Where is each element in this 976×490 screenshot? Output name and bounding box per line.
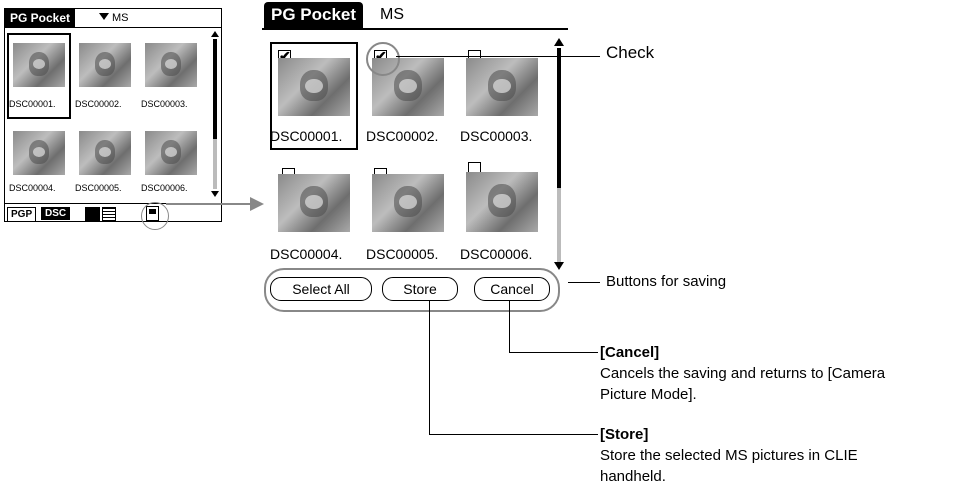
store-leader-vertical (429, 300, 430, 434)
small-thumbnail[interactable] (79, 131, 131, 175)
thumbnail-view-icon[interactable] (85, 207, 100, 221)
big-screen: PG Pocket MS ✔ ✔ DSC00001. DSC00002. DSC… (262, 0, 568, 312)
cancel-leader-vertical (509, 300, 510, 352)
select-all-button[interactable]: Select All (270, 277, 372, 301)
big-thumbnail[interactable] (278, 174, 350, 232)
check-highlight-circle (366, 42, 400, 76)
big-thumbnail-label: DSC00003. (460, 128, 533, 144)
small-thumbnail[interactable] (13, 43, 65, 87)
big-thumbnail-label: DSC00001. (270, 128, 343, 144)
dropdown-arrow-icon (99, 13, 109, 20)
list-view-icon[interactable] (102, 207, 116, 221)
small-title-bar: PG Pocket MS (5, 9, 221, 28)
store-button[interactable]: Store (382, 277, 458, 301)
cancel-leader-horizontal (509, 352, 598, 353)
big-title-bar: PG Pocket MS (262, 0, 568, 30)
small-thumbnail-label: DSC00005. (75, 183, 122, 193)
store-callout-title: [Store] (600, 426, 649, 443)
small-thumbnail[interactable] (79, 43, 131, 87)
tab-pgp[interactable]: PGP (7, 207, 37, 222)
tab-dsc[interactable]: DSC (41, 207, 71, 220)
big-media-label: MS (380, 6, 404, 23)
small-thumbnail-label: DSC00002. (75, 99, 122, 109)
cancel-button[interactable]: Cancel (474, 277, 550, 301)
small-media-selector[interactable]: MS (99, 9, 129, 27)
transition-arrow (166, 197, 264, 211)
small-app-title: PG Pocket (5, 9, 76, 27)
store-callout-desc: Store the selected MS pictures in CLIE (600, 447, 858, 464)
big-app-title: PG Pocket (264, 2, 364, 28)
check-callout: Check (606, 43, 655, 62)
small-thumbnail-label: DSC00004. (9, 183, 56, 193)
big-thumbnail[interactable] (466, 58, 538, 116)
big-thumbnail-label: DSC00002. (366, 128, 439, 144)
small-thumbnail[interactable] (145, 43, 197, 87)
buttons-leader-line (568, 282, 600, 283)
small-screen: PG Pocket MS DSC00001. DSC00002. DSC0000… (4, 8, 222, 230)
big-scrollbar[interactable] (554, 38, 564, 270)
buttons-for-saving-callout: Buttons for saving (606, 273, 727, 290)
store-callout-desc: handheld. (600, 468, 666, 485)
cancel-callout-desc: Picture Mode]. (600, 386, 697, 403)
small-thumbnail[interactable] (145, 131, 197, 175)
big-thumbnail[interactable] (466, 172, 538, 232)
cancel-callout-title: [Cancel] (600, 344, 660, 361)
big-thumbnail[interactable] (278, 58, 350, 116)
big-thumbnail-label: DSC00006. (460, 246, 533, 262)
big-thumbnail[interactable] (372, 174, 444, 232)
small-media-label: MS (112, 12, 129, 24)
cancel-callout-desc: Cancels the saving and returns to [Camer… (600, 365, 886, 382)
check-leader-line (396, 56, 600, 57)
store-leader-horizontal (429, 434, 598, 435)
small-thumbnail[interactable] (13, 131, 65, 175)
big-thumbnail-label: DSC00005. (366, 246, 439, 262)
small-thumbnail-label: DSC00001. (9, 99, 56, 109)
big-thumbnail-label: DSC00004. (270, 246, 343, 262)
highlight-circle (141, 202, 169, 230)
small-thumbnail-label: DSC00003. (141, 99, 188, 109)
small-scrollbar[interactable] (211, 31, 219, 197)
